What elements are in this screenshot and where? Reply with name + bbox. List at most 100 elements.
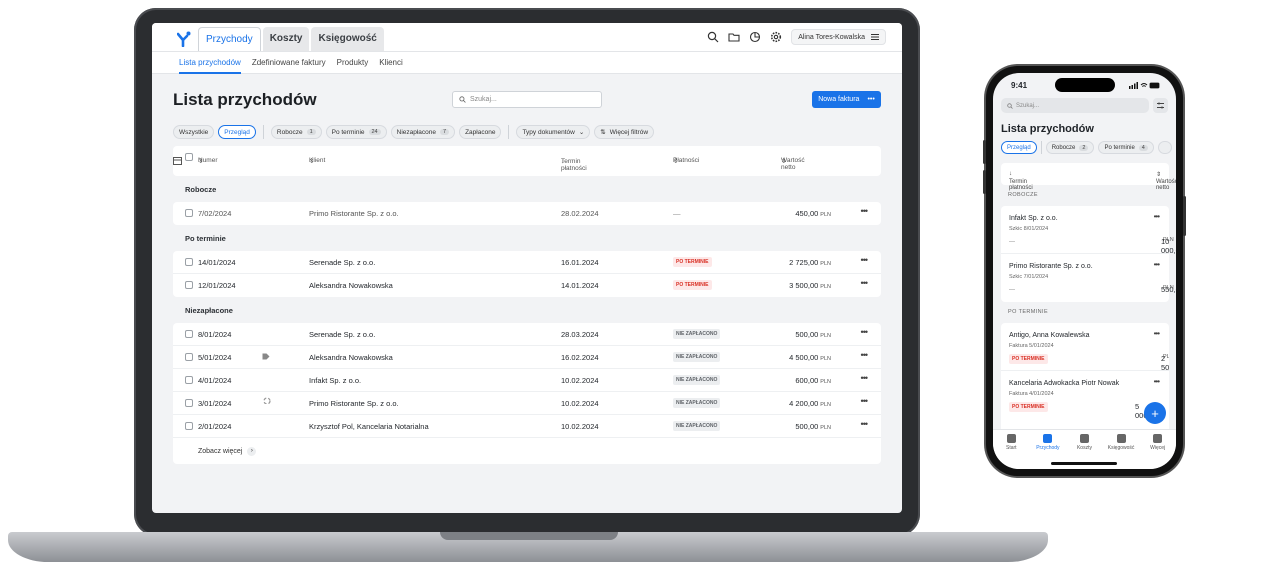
invoice-number[interactable]: 2/01/2024 [198,422,231,431]
new-invoice-button[interactable]: Nowa faktura ••• [812,91,881,108]
subnav-zdefiniowane-faktury[interactable]: Zdefiniowane faktury [252,58,326,67]
invoice-number[interactable]: 12/01/2024 [198,281,236,290]
add-invoice-fab[interactable]: + [1144,402,1166,424]
list-item[interactable]: Infakt Sp. z o.o. Szkic 8/01/2024 — 10 0… [1001,206,1176,255]
infakt-logo-icon[interactable] [177,31,191,47]
chevron-right-icon: › [247,446,257,456]
item-actions-icon[interactable]: ••• [1154,329,1160,338]
table-row[interactable]: 7/02/2024 Primo Ristorante Sp. z o.o. 28… [173,202,881,225]
filter-more[interactable] [1157,141,1172,154]
row-actions-icon[interactable]: ••• [861,396,869,406]
due-date: 10.02.2024 [561,376,599,385]
book-icon [1116,434,1126,443]
user-menu-button[interactable]: Alina Tores-Kowalska [791,29,886,45]
row-actions-icon[interactable]: ••• [861,327,869,337]
filter-drafts[interactable]: Robocze 2 [1045,141,1095,154]
currency: PLN [820,356,831,362]
client-name: Aleksandra Nowakowska [309,281,393,290]
item-actions-icon[interactable]: ••• [1154,377,1160,386]
row-checkbox[interactable] [185,353,193,361]
search-input[interactable]: Szukaj... [452,91,602,108]
invoice-number[interactable]: 3/01/2024 [198,399,231,408]
filter-overdue[interactable]: Po terminie 24 [325,125,387,139]
row-checkbox[interactable] [185,281,193,289]
list-item[interactable]: Antigo, Anna Kowalewska Faktura 5/01/202… [1001,323,1169,372]
row-checkbox[interactable] [185,209,193,217]
currency: PLN [820,261,831,267]
column-payments[interactable]: Płatności ⇕ [673,157,699,165]
filter-overview[interactable]: Przegląd [1001,141,1037,154]
client-name: Krzysztof Pol, Kancelaria Notarialna [309,422,429,431]
tabbar-wiecej[interactable]: Więcej [1141,434,1175,469]
chart-pie-icon[interactable] [749,31,761,43]
filter-document-types[interactable]: Typy dokumentów ⌄ [516,125,591,139]
subnav-produkty[interactable]: Produkty [337,58,369,67]
invoice-number[interactable]: 7/02/2024 [198,209,231,218]
row-actions-icon[interactable]: ••• [861,255,869,265]
column-client-label: Klient [309,157,326,164]
subnav-lista-przychodow[interactable]: Lista przychodów [179,58,241,74]
row-actions-icon[interactable]: ••• [861,206,869,216]
mobile-filter-button[interactable] [1153,98,1168,113]
net-value: 450,00 PLN [795,209,831,218]
filter-drafts[interactable]: Robocze 1 [270,125,322,139]
table-row[interactable]: 3/01/2024 Primo Ristorante Sp. z o.o. 10… [173,392,881,415]
amount: 600,00 [795,376,819,385]
filter-overview[interactable]: Przegląd [218,125,256,139]
invoice-number[interactable]: 5/01/2024 [198,353,231,362]
due-date: 16.01.2024 [561,258,599,267]
more-options-icon[interactable]: ••• [867,96,874,103]
gear-icon[interactable] [770,31,782,43]
row-checkbox[interactable] [185,422,193,430]
row-actions-icon[interactable]: ••• [861,350,869,360]
row-checkbox[interactable] [185,258,193,266]
row-actions-icon[interactable]: ••• [861,419,869,429]
list-item[interactable]: Primo Ristorante Sp. z o.o. Szkic 7/01/2… [1001,254,1176,302]
table-row[interactable]: 2/01/2024 Krzysztof Pol, Kancelaria Nota… [173,415,881,438]
select-all-checkbox[interactable] [185,153,193,161]
currency: PLN [820,333,831,339]
table-row[interactable]: 14/01/2024 Serenade Sp. z o.o. 16.01.202… [173,251,881,274]
item-actions-icon[interactable]: ••• [1154,212,1160,221]
table-row[interactable]: 4/01/2024 Infakt Sp. z o.o. 10.02.2024 N… [173,369,881,392]
tag-icon[interactable] [262,353,270,360]
table-row[interactable]: 5/01/2024 Aleksandra Nowakowska 16.02.20… [173,346,881,369]
tab-przychody[interactable]: Przychody [198,27,261,51]
column-net-value[interactable]: Wartość netto ⇕ [781,157,805,171]
count-badge: 1 [306,129,316,135]
tabbar-start[interactable]: Start [994,434,1028,469]
mobile-search-input[interactable]: Szukaj... [1001,98,1149,113]
invoice-number[interactable]: 8/01/2024 [198,330,231,339]
filter-unpaid[interactable]: Niezapłacone 7 [390,125,456,139]
row-actions-icon[interactable]: ••• [861,278,869,288]
subnav-klienci[interactable]: Klienci [379,58,403,67]
search-icon[interactable] [707,31,719,43]
sort-due-date[interactable]: Termin płatności ↓ [1009,171,1033,191]
invoice-number[interactable]: 4/01/2024 [198,376,231,385]
see-more-link[interactable]: Zobacz więcej › [173,438,881,464]
filter-overdue[interactable]: Po terminie 4 [1098,141,1154,154]
row-checkbox[interactable] [185,330,193,338]
row-checkbox[interactable] [185,376,193,384]
table-row[interactable]: 8/01/2024 Serenade Sp. z o.o. 28.03.2024… [173,323,881,346]
item-actions-icon[interactable]: ••• [1154,260,1160,269]
invoice-number[interactable]: 14/01/2024 [198,258,236,267]
sort-due-label: Termin płatności [1009,179,1033,191]
sort-net-value[interactable]: Wartość netto ⇕ [1156,171,1176,191]
status-badge: NIE ZAPŁACONO [673,352,721,362]
folder-icon[interactable] [728,31,740,43]
tab-ksiegowosc[interactable]: Księgowość [311,27,384,51]
tab-koszty[interactable]: Koszty [262,27,310,51]
filter-paid[interactable]: Zapłacone [459,125,502,139]
column-settings-icon[interactable] [173,156,183,166]
column-due-date[interactable]: Termin płatności ↓ [561,158,587,172]
row-actions-icon[interactable]: ••• [861,373,869,383]
row-checkbox[interactable] [185,399,193,407]
desktop-app: Przychody Koszty Księgowość Alina Tores-… [152,23,902,513]
filter-all[interactable]: Wszystkie [173,125,215,139]
table-row[interactable]: 12/01/2024 Aleksandra Nowakowska 14.01.2… [173,274,881,297]
filter-more-filters[interactable]: ⇅ Więcej filtrów [594,125,655,139]
column-number[interactable]: Numer ⇕ [198,157,218,165]
column-client[interactable]: Klient ⇕ [309,157,325,165]
filter-paid-label: Zapłacone [465,128,496,136]
